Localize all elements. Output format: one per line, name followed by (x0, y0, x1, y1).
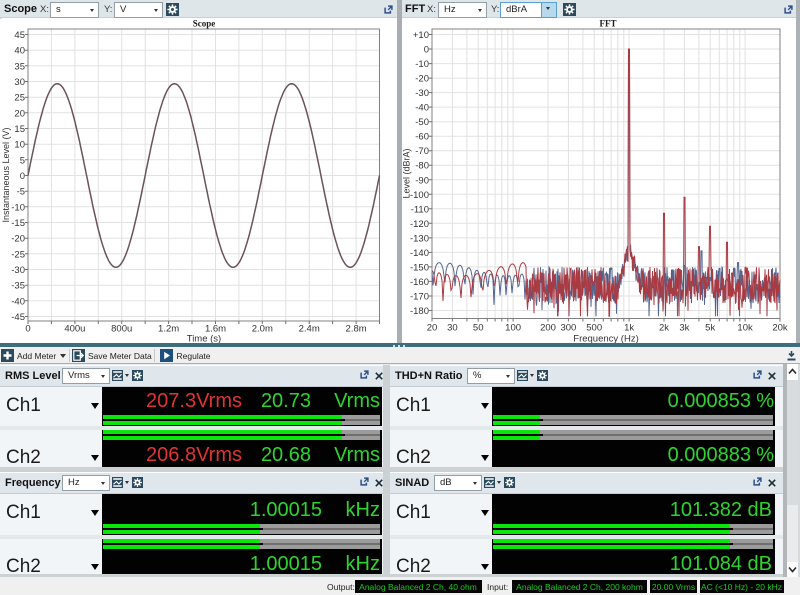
svg-text:-130: -130 (410, 233, 429, 244)
svg-text:Instantaneous Level (V): Instantaneous Level (V) (1, 127, 11, 222)
svg-text:-80: -80 (415, 160, 429, 171)
svg-text:-100: -100 (410, 189, 429, 200)
svg-text:-50: -50 (415, 117, 429, 128)
svg-text:-5: -5 (17, 186, 25, 197)
svg-text:2.8m: 2.8m (346, 323, 367, 334)
svg-text:-25: -25 (11, 249, 25, 260)
svg-text:0: 0 (424, 44, 429, 55)
svg-text:5: 5 (20, 155, 25, 166)
svg-text:-30: -30 (11, 265, 25, 276)
svg-text:Scope: Scope (193, 19, 216, 29)
svg-text:+10: +10 (413, 30, 429, 41)
svg-text:FFT: FFT (600, 19, 617, 29)
svg-text:-140: -140 (410, 247, 429, 258)
svg-text:-70: -70 (415, 146, 429, 157)
svg-text:2.0m: 2.0m (252, 323, 273, 334)
svg-text:Frequency (Hz): Frequency (Hz) (573, 333, 638, 343)
svg-text:-10: -10 (11, 202, 25, 213)
svg-text:-120: -120 (410, 218, 429, 229)
svg-text:20: 20 (427, 322, 438, 333)
svg-text:500: 500 (586, 322, 602, 333)
svg-text:20k: 20k (772, 322, 788, 333)
svg-text:2k: 2k (659, 322, 669, 333)
svg-text:0: 0 (25, 323, 30, 334)
svg-text:100: 100 (505, 322, 521, 333)
svg-text:10k: 10k (737, 322, 753, 333)
svg-text:5k: 5k (705, 322, 715, 333)
svg-text:-45: -45 (11, 312, 25, 323)
svg-text:30: 30 (14, 77, 25, 88)
svg-text:-170: -170 (410, 291, 429, 302)
svg-text:800u: 800u (111, 323, 132, 334)
svg-text:40: 40 (14, 45, 25, 56)
svg-text:-160: -160 (410, 276, 429, 287)
svg-text:-180: -180 (410, 306, 429, 317)
svg-text:-90: -90 (415, 175, 429, 186)
svg-text:-40: -40 (11, 296, 25, 307)
svg-text:-60: -60 (415, 131, 429, 142)
svg-text:0: 0 (20, 171, 25, 182)
svg-text:2.4m: 2.4m (299, 323, 320, 334)
svg-text:200: 200 (540, 322, 556, 333)
svg-text:25: 25 (14, 92, 25, 103)
svg-text:-10: -10 (415, 59, 429, 70)
svg-text:-20: -20 (11, 233, 25, 244)
svg-text:1k: 1k (624, 322, 634, 333)
svg-text:-35: -35 (11, 280, 25, 291)
svg-text:20: 20 (14, 108, 25, 119)
svg-text:-30: -30 (415, 88, 429, 99)
svg-text:45: 45 (14, 30, 25, 41)
svg-text:30: 30 (447, 322, 458, 333)
svg-text:50: 50 (473, 322, 484, 333)
svg-text:15: 15 (14, 124, 25, 135)
svg-text:400u: 400u (64, 323, 85, 334)
svg-text:-40: -40 (415, 102, 429, 113)
svg-text:3k: 3k (679, 322, 689, 333)
svg-text:-20: -20 (415, 73, 429, 84)
svg-text:-15: -15 (11, 218, 25, 229)
svg-text:10: 10 (14, 139, 25, 150)
svg-text:Level (dBrA): Level (dBrA) (402, 148, 412, 198)
svg-text:-110: -110 (411, 204, 429, 215)
svg-text:-150: -150 (410, 262, 429, 273)
svg-text:1.2m: 1.2m (158, 323, 179, 334)
svg-text:300: 300 (560, 322, 576, 333)
svg-text:Time (s): Time (s) (187, 333, 221, 343)
svg-text:35: 35 (14, 61, 25, 72)
